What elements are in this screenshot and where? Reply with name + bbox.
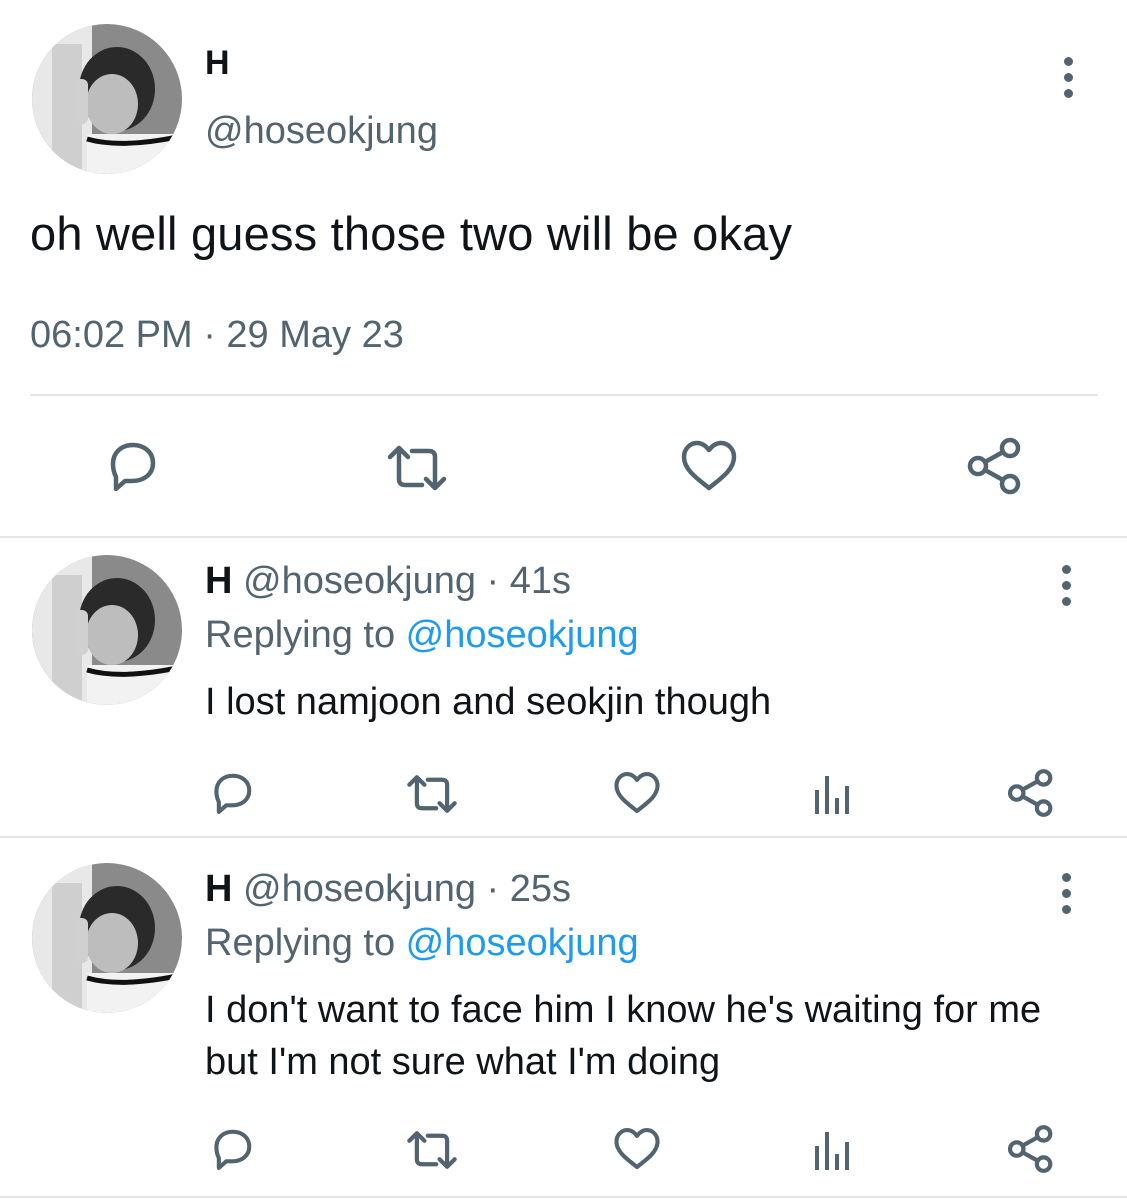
reply-header: H @hoseokjung · 41s <box>205 560 571 603</box>
retweet-icon[interactable] <box>404 773 460 815</box>
relative-time[interactable]: 25s <box>510 868 571 910</box>
reply-icon[interactable] <box>207 770 257 816</box>
divider <box>0 836 1127 838</box>
replying-to: Replying to @hoseokjung <box>205 614 639 657</box>
tweet-text: oh well guess those two will be okay <box>30 207 793 260</box>
mention-link[interactable]: @hoseokjung <box>406 614 639 656</box>
more-options-icon[interactable] <box>1062 57 1074 98</box>
like-icon[interactable] <box>611 770 663 816</box>
user-handle[interactable]: @hoseokjung <box>205 110 438 153</box>
avatar[interactable] <box>32 555 182 705</box>
analytics-icon[interactable] <box>812 1128 852 1172</box>
like-icon[interactable] <box>611 1126 663 1172</box>
retweet-icon[interactable] <box>404 1129 460 1171</box>
replying-to-label: Replying to <box>205 614 406 656</box>
avatar[interactable] <box>32 24 182 174</box>
divider <box>0 1196 1127 1198</box>
tweet-text: I lost namjoon and seokjin though <box>205 681 772 723</box>
avatar[interactable] <box>32 863 182 1013</box>
replying-to: Replying to @hoseokjung <box>205 922 639 965</box>
like-icon[interactable] <box>678 438 740 494</box>
relative-time[interactable]: 41s <box>510 560 571 602</box>
tweet-text: I don't want to face him I know he's wai… <box>205 989 1042 1083</box>
more-options-icon[interactable] <box>1060 873 1072 914</box>
share-icon[interactable] <box>1005 767 1057 819</box>
retweet-icon[interactable] <box>384 443 450 493</box>
reply-icon[interactable] <box>103 438 161 494</box>
tweet-timestamp[interactable]: 06:02 PM · 29 May 23 <box>30 314 404 357</box>
reply-header: H @hoseokjung · 25s <box>205 868 571 911</box>
share-icon[interactable] <box>964 436 1026 496</box>
display-name[interactable]: H <box>205 868 232 910</box>
more-options-icon[interactable] <box>1060 565 1072 606</box>
user-handle[interactable]: @hoseokjung <box>243 560 476 602</box>
replying-to-label: Replying to <box>205 922 406 964</box>
analytics-icon[interactable] <box>812 772 852 816</box>
mention-link[interactable]: @hoseokjung <box>406 922 639 964</box>
reply-icon[interactable] <box>207 1126 257 1172</box>
display-name[interactable]: H <box>205 44 230 83</box>
divider <box>30 394 1098 396</box>
divider <box>0 536 1127 538</box>
user-handle[interactable]: @hoseokjung <box>243 868 476 910</box>
share-icon[interactable] <box>1005 1123 1057 1175</box>
separator: · <box>475 560 510 602</box>
display-name[interactable]: H <box>205 560 232 602</box>
separator: · <box>475 868 510 910</box>
